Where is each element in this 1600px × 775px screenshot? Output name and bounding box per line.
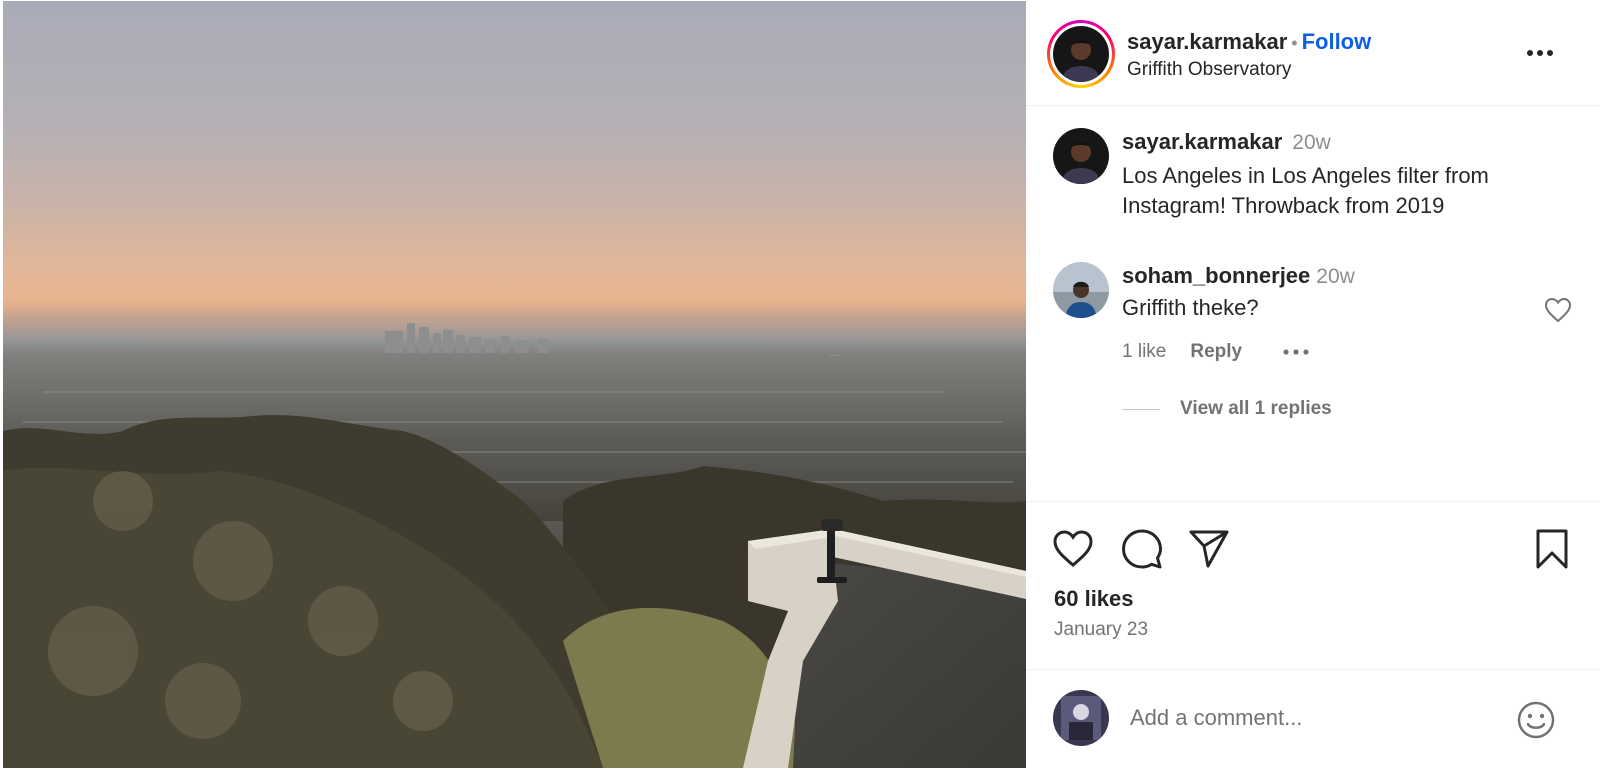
comment-meta: 1 like Reply	[1122, 341, 1310, 363]
follow-button[interactable]: Follow	[1302, 29, 1372, 54]
bookmark-icon[interactable]	[1531, 528, 1573, 570]
post-header: sayar.karmakar • Follow Griffith Observato…	[1026, 1, 1600, 106]
comment-header: soham_bonnerjee 20w	[1122, 263, 1355, 289]
post-photo[interactable]	[3, 1, 1026, 768]
comment-username[interactable]: soham_bonnerjee	[1122, 263, 1310, 288]
comment-icon[interactable]	[1121, 528, 1163, 570]
comment-avatar[interactable]	[1053, 262, 1109, 318]
comment-reply-button[interactable]: Reply	[1190, 341, 1242, 363]
photo-scenery	[3, 323, 1026, 768]
comment-composer	[1026, 669, 1600, 768]
post-date[interactable]: January 23	[1054, 619, 1148, 641]
author-avatar[interactable]	[1053, 26, 1109, 82]
view-replies-label: View all 1 replies	[1180, 398, 1332, 419]
comment-input[interactable]	[1130, 700, 1500, 736]
more-horizontal-icon[interactable]	[1526, 47, 1554, 59]
comment-text: Griffith theke?	[1122, 295, 1259, 320]
comment-like-count[interactable]: 1 like	[1122, 341, 1166, 363]
emoji-icon[interactable]	[1516, 700, 1556, 740]
caption-header: sayar.karmakar 20w	[1122, 129, 1331, 155]
separator-dot: •	[1291, 33, 1298, 53]
replies-divider-line	[1122, 408, 1160, 410]
post-location[interactable]: Griffith Observatory	[1127, 59, 1291, 81]
heart-icon[interactable]	[1052, 528, 1094, 570]
share-icon[interactable]	[1188, 528, 1230, 570]
comment-more-icon[interactable]	[1282, 348, 1310, 356]
caption-timestamp[interactable]: 20w	[1292, 131, 1331, 154]
caption-avatar[interactable]	[1053, 128, 1109, 184]
comment-like-heart-icon[interactable]	[1544, 297, 1572, 323]
view-replies-button[interactable]: View all 1 replies	[1122, 398, 1332, 420]
caption-username[interactable]: sayar.karmakar	[1122, 129, 1282, 154]
header-username-row: sayar.karmakar • Follow	[1127, 29, 1371, 55]
comment-timestamp[interactable]: 20w	[1316, 265, 1355, 288]
viewer-avatar[interactable]	[1053, 690, 1109, 746]
post-container: sayar.karmakar • Follow Griffith Observato…	[3, 1, 1600, 768]
caption-text: Los Angeles in Los Angeles filter from I…	[1122, 163, 1489, 218]
author-username[interactable]: sayar.karmakar	[1127, 29, 1287, 54]
post-side-panel: sayar.karmakar • Follow Griffith Observato…	[1026, 1, 1600, 768]
likes-count[interactable]: 60 likes	[1054, 586, 1134, 612]
